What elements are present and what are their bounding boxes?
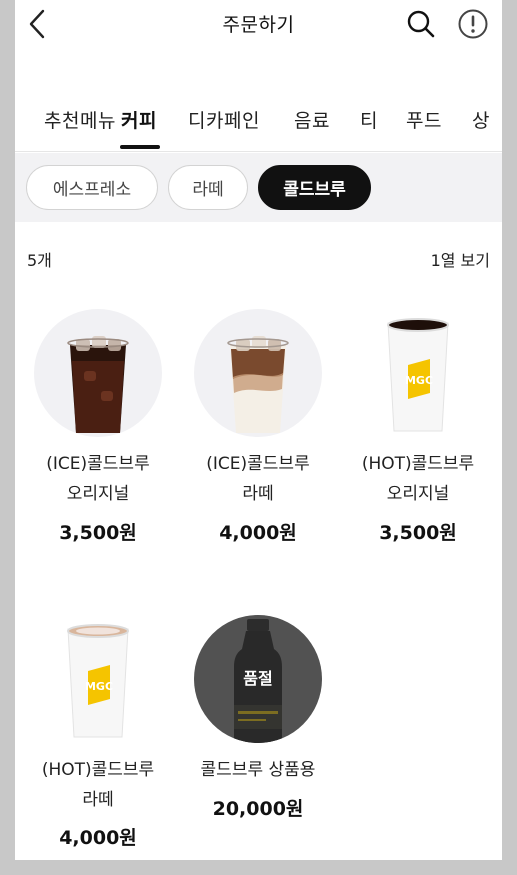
product-price: 3,500원 (59, 522, 137, 544)
product-card[interactable]: (ICE)콜드브루 오리지널 3,500원 (18, 309, 178, 559)
product-name-line2: 오리지널 (386, 484, 450, 504)
hot-latte-cup-image: MGC (67, 624, 129, 738)
tab-goods[interactable]: 상 (472, 106, 490, 133)
product-price: 4,000원 (59, 827, 137, 849)
product-name: (HOT)콜드브루 (41, 760, 155, 780)
product-image: MGC (34, 615, 162, 743)
chip-latte[interactable]: 라떼 (168, 165, 248, 210)
chip-espresso[interactable]: 에스프레소 (26, 165, 158, 210)
category-tabs: 뉴 추천메뉴 커피 디카페인 음료 티 푸드 상 (15, 106, 502, 152)
product-price: 20,000원 (212, 798, 304, 820)
iced-latte-image (227, 336, 289, 433)
product-name-line2: 오리지널 (66, 484, 130, 504)
product-card[interactable]: MGC (HOT)콜드브루 오리지널 3,500원 (338, 309, 498, 559)
product-price: 3,500원 (379, 522, 457, 544)
top-header: 주문하기 (15, 0, 502, 56)
tab-recommended[interactable]: 추천메뉴 (44, 106, 116, 133)
product-image: MGC (354, 309, 482, 437)
cup-logo-text: MGC (405, 374, 433, 387)
product-name: (ICE)콜드브루 (46, 454, 150, 474)
product-name: 콜드브루 상품용 (200, 760, 316, 780)
chip-coldbrew[interactable]: 콜드브루 (258, 165, 371, 210)
product-image (34, 309, 162, 437)
notice-button[interactable] (457, 8, 489, 40)
item-count: 5개 (27, 251, 52, 270)
cup-logo-text: MGC (85, 680, 113, 693)
tab-coffee[interactable]: 커피 (121, 106, 157, 133)
product-price: 4,000원 (219, 522, 297, 544)
soldout-badge: 품절 (243, 669, 273, 688)
product-image: 품절 (194, 615, 322, 743)
product-card[interactable]: (ICE)콜드브루 라떼 4,000원 (178, 309, 338, 559)
product-card[interactable]: MGC (HOT)콜드브루 라떼 4,000원 (18, 615, 178, 860)
product-name-line2: 라떼 (242, 484, 274, 504)
product-name: (HOT)콜드브루 (361, 454, 475, 474)
info-icon (458, 9, 488, 39)
iced-coffee-image (67, 336, 129, 433)
product-image (194, 309, 322, 437)
search-button[interactable] (405, 8, 437, 40)
tab-decaf[interactable]: 디카페인 (188, 106, 260, 133)
subcategory-bar: 에스프레소 라떼 콜드브루 (15, 153, 502, 222)
tab-food[interactable]: 푸드 (406, 106, 442, 133)
view-toggle-button[interactable]: 1열 보기 (431, 247, 490, 271)
product-name-line2: 라떼 (82, 790, 114, 810)
active-tab-indicator (120, 145, 160, 149)
product-card[interactable]: 품절 콜드브루 상품용 20,000원 (178, 615, 338, 835)
product-name: (ICE)콜드브루 (206, 454, 310, 474)
tab-drinks[interactable]: 음료 (294, 106, 330, 133)
tab-tea[interactable]: 티 (360, 106, 378, 133)
app-screen: 주문하기 뉴 추천메뉴 커피 디카페인 음료 티 푸드 상 에스프레소 라떼 (15, 0, 502, 860)
hot-coffee-cup-image: MGC (387, 318, 449, 432)
search-icon (407, 10, 435, 38)
